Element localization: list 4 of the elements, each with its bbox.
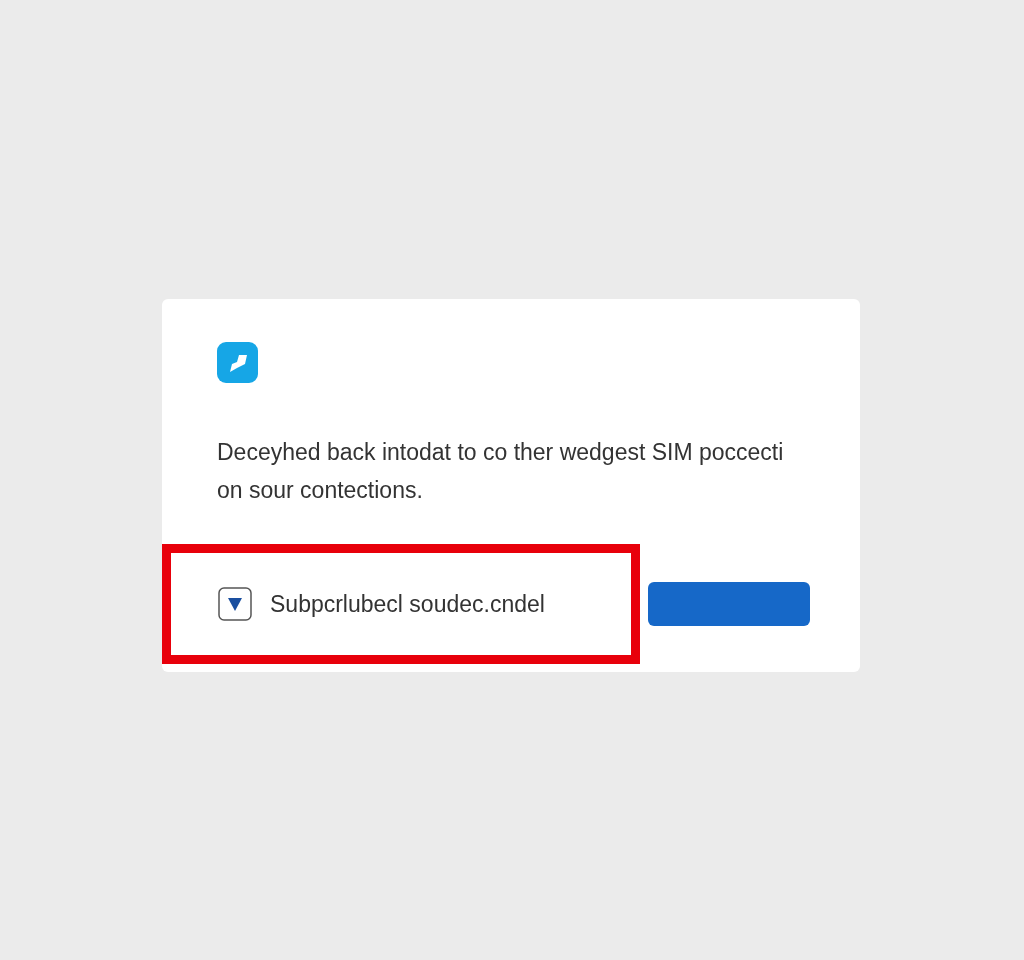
dropdown-caret-icon[interactable] (218, 587, 252, 621)
app-logo-icon (217, 342, 258, 383)
message-text: Deceyhed back intodat to co ther wedgest SIM poccecti on sour contections. (217, 438, 785, 505)
option-label: Subpcrlubecl soudec.cndel (270, 589, 545, 619)
